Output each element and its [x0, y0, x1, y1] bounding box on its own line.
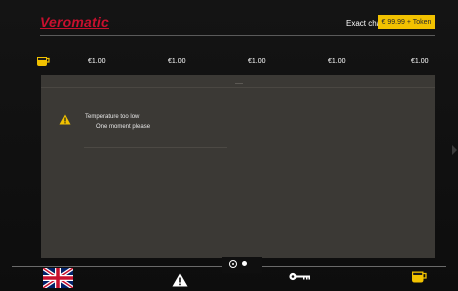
panel-handle[interactable] — [235, 83, 243, 84]
price-item-3[interactable]: €1.00 — [248, 58, 266, 65]
alert-divider — [84, 147, 227, 148]
page-dot[interactable] — [242, 261, 247, 266]
warning-icon[interactable] — [172, 273, 188, 287]
alert-subtitle: One moment please — [96, 124, 151, 130]
warning-icon — [59, 114, 71, 125]
price-item-5[interactable]: €1.00 — [411, 58, 429, 65]
uk-flag-icon[interactable] — [43, 268, 73, 288]
header-divider — [40, 35, 435, 36]
vending-screen: Veromatic Exact change € 99.99 + Token €… — [0, 0, 458, 291]
brand-logo: Veromatic — [40, 14, 109, 30]
coffee-cup-icon[interactable] — [411, 269, 427, 284]
coffee-cup-icon[interactable] — [36, 55, 50, 67]
page-dot-active[interactable] — [229, 260, 237, 268]
panel-divider — [41, 87, 435, 88]
token-badge: € 99.99 + Token — [378, 15, 435, 29]
alert-title: Temperature too low — [85, 114, 140, 120]
page-indicator — [222, 257, 262, 273]
price-item-4[interactable]: €1.00 — [328, 58, 346, 65]
next-page-arrow-icon[interactable] — [452, 145, 457, 155]
key-icon[interactable] — [289, 272, 311, 281]
alert-panel: Temperature too low One moment please — [41, 75, 435, 258]
price-item-2[interactable]: €1.00 — [168, 58, 186, 65]
price-item-1[interactable]: €1.00 — [88, 58, 106, 65]
